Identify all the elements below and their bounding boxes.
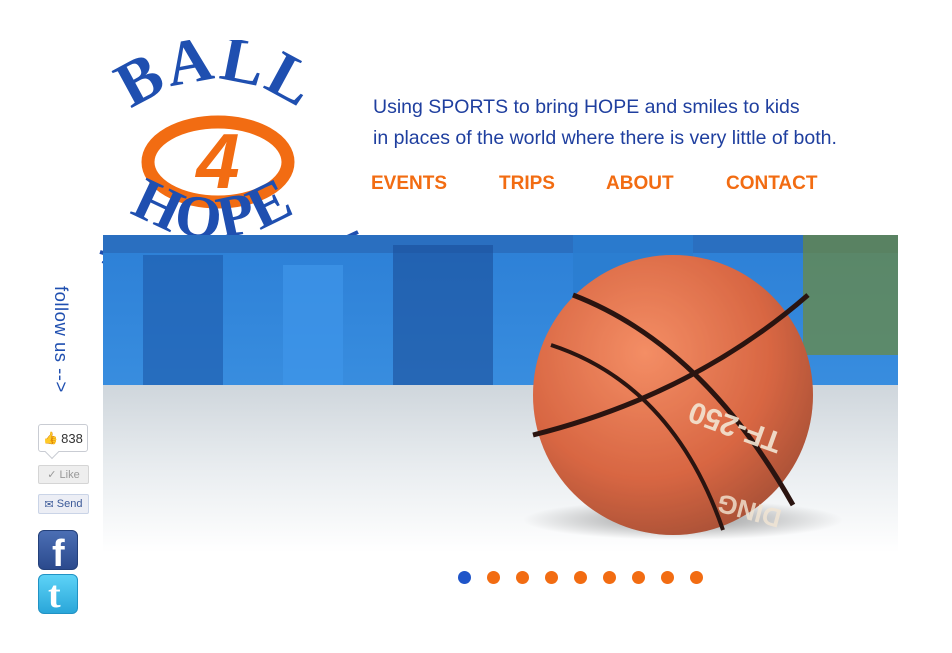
slider-dot[interactable]: [603, 571, 616, 584]
nav-about[interactable]: ABOUT: [606, 173, 674, 195]
facebook-like-button[interactable]: ✓ Like: [38, 465, 89, 484]
thumbs-up-icon: 👍: [43, 431, 59, 445]
follow-us-label: follow us -->: [51, 286, 72, 393]
slider-dot[interactable]: [574, 571, 587, 584]
nav-events[interactable]: EVENTS: [371, 173, 447, 195]
hero-slide-image[interactable]: TF-250 DING: [103, 235, 898, 553]
like-count-bubble: 👍 838: [38, 424, 88, 452]
facebook-glyph: f: [52, 533, 65, 570]
tagline-line-1: Using SPORTS to bring HOPE and smiles to…: [373, 96, 800, 118]
nav-trips[interactable]: TRIPS: [499, 173, 555, 195]
slider-dot[interactable]: [661, 571, 674, 584]
slider-dot[interactable]: [487, 571, 500, 584]
tagline-line-2: in places of the world where there is ve…: [373, 127, 837, 149]
send-bubble-icon: ✉: [44, 498, 54, 511]
slider-dot[interactable]: [545, 571, 558, 584]
like-label: Like: [59, 468, 80, 481]
tagline: Using SPORTS to bring HOPE and smiles to…: [373, 92, 837, 154]
twitter-icon[interactable]: t: [38, 574, 78, 614]
facebook-icon[interactable]: f: [38, 530, 78, 570]
twitter-glyph: t: [48, 574, 61, 614]
slider-dot[interactable]: [458, 571, 471, 584]
svg-text:BALL: BALL: [104, 40, 329, 121]
slider-dot[interactable]: [690, 571, 703, 584]
slider-dot[interactable]: [516, 571, 529, 584]
like-count: 838: [61, 430, 83, 446]
checkmark-icon: ✓: [47, 469, 57, 481]
logo-top-word: BALL: [104, 22, 327, 121]
facebook-send-button[interactable]: ✉ Send: [38, 494, 89, 514]
slider-dot[interactable]: [632, 571, 645, 584]
nav-contact[interactable]: CONTACT: [726, 173, 817, 195]
send-label: Send: [56, 498, 83, 510]
